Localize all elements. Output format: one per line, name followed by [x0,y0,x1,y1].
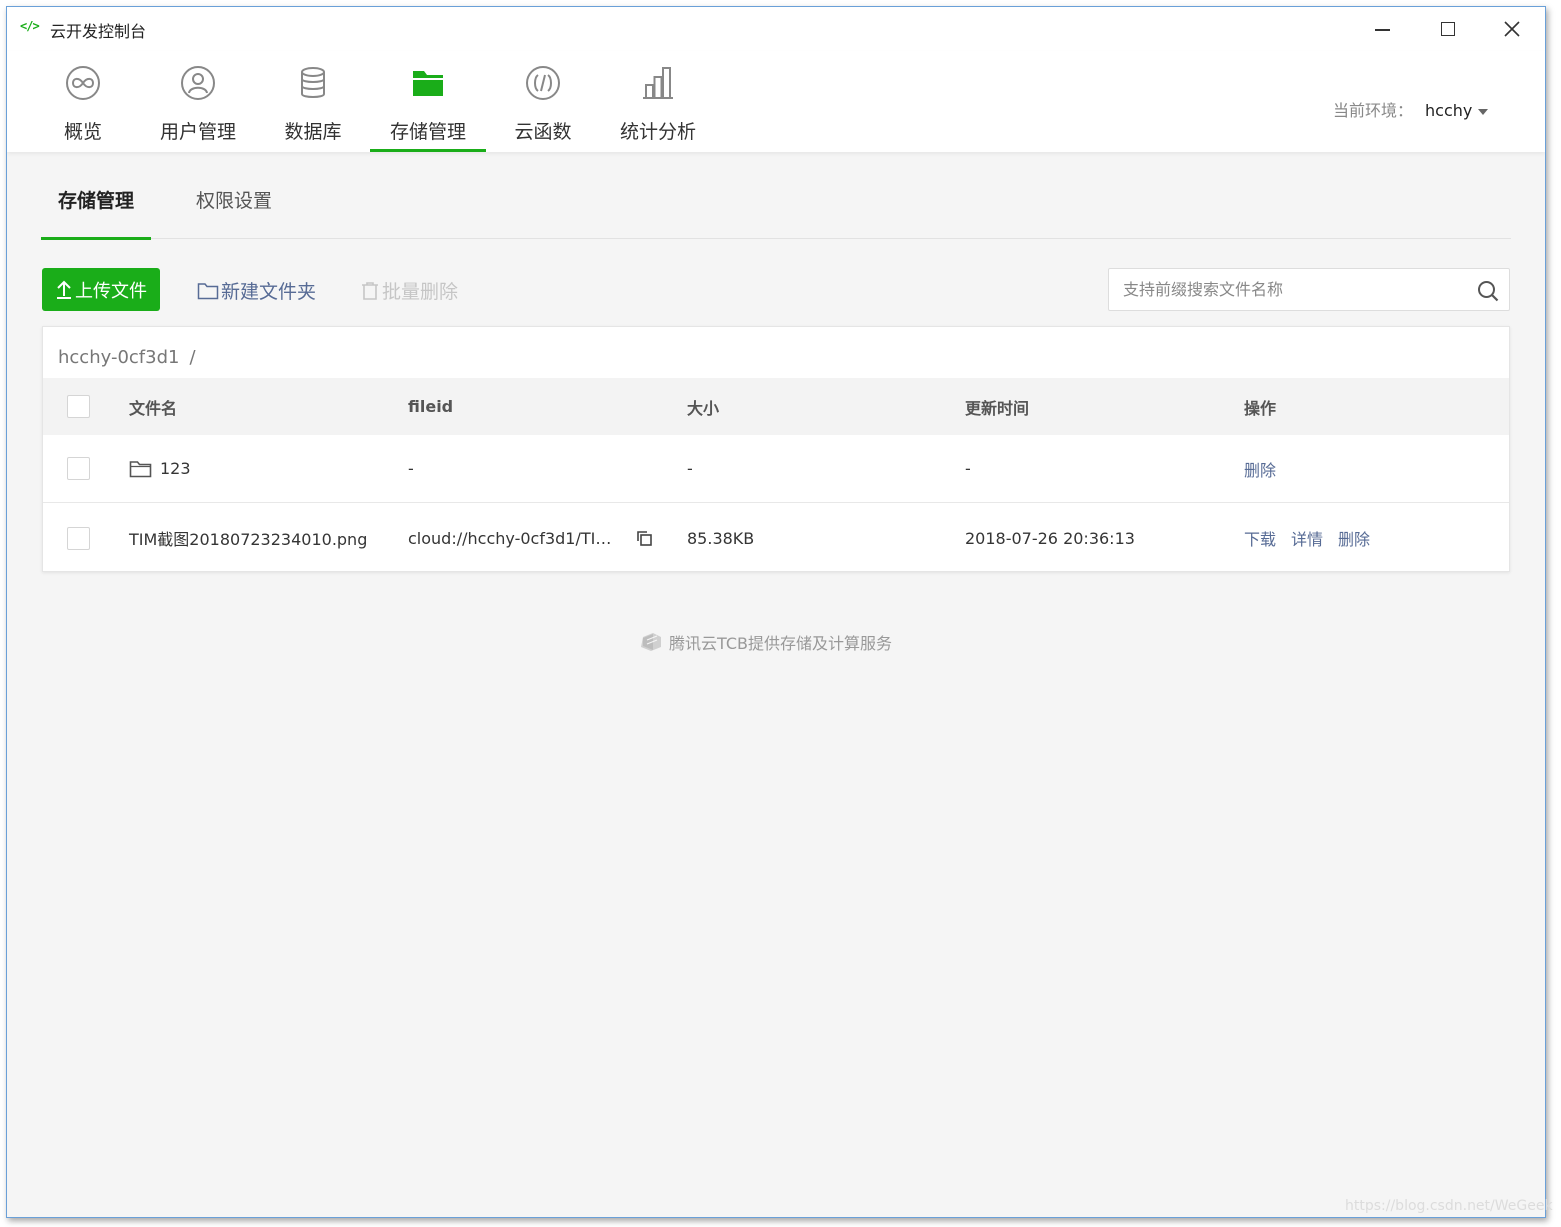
table-row: 123 - - - 删除 [43,435,1509,503]
batch-delete-label: 批量删除 [382,281,459,303]
breadcrumb-separator: / [189,347,196,368]
table-header: 文件名 fileid 大小 更新时间 操作 [43,378,1509,435]
file-name: 123 [160,459,191,478]
batch-delete-button[interactable]: 批量删除 [360,277,458,304]
nav-label: 用户管理 [159,121,236,143]
nav-item-functions[interactable]: 云函数 [485,51,601,152]
env-selector[interactable]: 当前环境： hcchy [1333,97,1489,121]
minimize-button[interactable] [1360,13,1404,45]
nav-item-storage[interactable]: 存储管理 [370,51,486,152]
file-id: - [408,459,414,478]
row-checkbox[interactable] [67,457,90,480]
folder-icon [413,71,443,96]
header-name: 文件名 [129,398,178,418]
title-bar: </> 云开发控制台 [7,7,1545,51]
nav-item-analytics[interactable]: 统计分析 [600,51,716,152]
breadcrumb: hcchy-0cf3d1 / [58,347,196,368]
row-actions: 下载 详情 删除 [1244,504,1385,572]
upload-label: 上传文件 [75,280,147,302]
file-name[interactable]: TIM截图20180723234010.png [129,504,367,572]
window-title: 云开发控制台 [50,22,147,41]
app-window: </> 云开发控制台 概览 用户管理 数据库 存储管理 云函数 统计分析 当前环… [6,6,1546,1218]
caret-down-icon [1478,108,1489,115]
copy-icon[interactable] [636,530,653,547]
cloud-logo-icon [641,633,661,651]
nav-label: 统计分析 [619,121,696,143]
database-icon [301,67,325,98]
new-folder-label: 新建文件夹 [221,281,317,303]
footer-text: 腾讯云TCB提供存储及计算服务 [669,634,892,653]
watermark: https://blog.csdn.net/WeGeek [1345,1198,1553,1214]
file-id-cell: cloud://hcchy-0cf3d1/TIM... [408,504,653,572]
details-link[interactable]: 详情 [1291,526,1323,550]
file-time: 2018-07-26 20:36:13 [965,528,1135,548]
header-ops: 操作 [1244,398,1277,418]
trash-icon [362,281,378,300]
folder-outline-icon [129,460,152,477]
upload-icon [57,280,71,299]
function-icon [526,66,560,100]
nav-item-database[interactable]: 数据库 [255,51,371,152]
close-button[interactable] [1490,13,1534,45]
file-id: cloud://hcchy-0cf3d1/TIM... [408,528,620,548]
row-checkbox[interactable] [67,526,90,550]
search-icon[interactable] [1477,280,1499,302]
nav-item-users[interactable]: 用户管理 [140,51,256,152]
header-time: 更新时间 [965,398,1030,418]
header-fileid: fileid [408,397,454,416]
nav-item-overview[interactable]: 概览 [25,51,141,152]
delete-link[interactable]: 删除 [1244,457,1276,481]
chart-icon [643,67,673,99]
table-row: TIM截图20180723234010.png cloud://hcchy-0c… [43,504,1509,572]
top-nav: 概览 用户管理 数据库 存储管理 云函数 统计分析 当前环境： hcchy [7,51,1545,152]
new-folder-button[interactable]: 新建文件夹 [197,277,316,304]
env-value: hcchy [1425,101,1473,120]
row-actions: 删除 [1244,435,1291,502]
folder-outline-icon [197,282,219,299]
download-link[interactable]: 下载 [1244,526,1276,550]
maximize-button[interactable] [1425,13,1469,45]
tab-storage[interactable]: 存储管理 [41,172,151,240]
nav-label: 数据库 [284,121,342,143]
tab-permission[interactable]: 权限设置 [193,172,275,239]
file-size: - [687,459,693,478]
env-label: 当前环境： [1333,101,1414,120]
nav-label: 概览 [63,121,102,143]
file-panel: hcchy-0cf3d1 / 文件名 fileid 大小 更新时间 操作 123 … [42,326,1510,572]
upload-button[interactable]: 上传文件 [42,268,160,311]
sub-tabs: 存储管理 权限设置 [41,172,1511,240]
file-name-cell[interactable]: 123 [129,435,191,502]
file-size: 85.38KB [687,528,755,548]
file-time: - [965,459,971,478]
breadcrumb-root[interactable]: hcchy-0cf3d1 [58,347,179,368]
user-icon [181,66,215,100]
overview-icon [66,66,100,100]
code-icon: </> [20,19,40,33]
close-icon [1504,21,1520,37]
select-all-checkbox[interactable] [67,395,90,418]
header-size: 大小 [687,398,720,418]
nav-label: 云函数 [514,121,572,143]
footer: 腾讯云TCB提供存储及计算服务 [639,630,892,654]
nav-label: 存储管理 [389,121,466,143]
search-input[interactable] [1109,269,1469,310]
search-box [1108,268,1510,311]
delete-link[interactable]: 删除 [1338,526,1370,550]
